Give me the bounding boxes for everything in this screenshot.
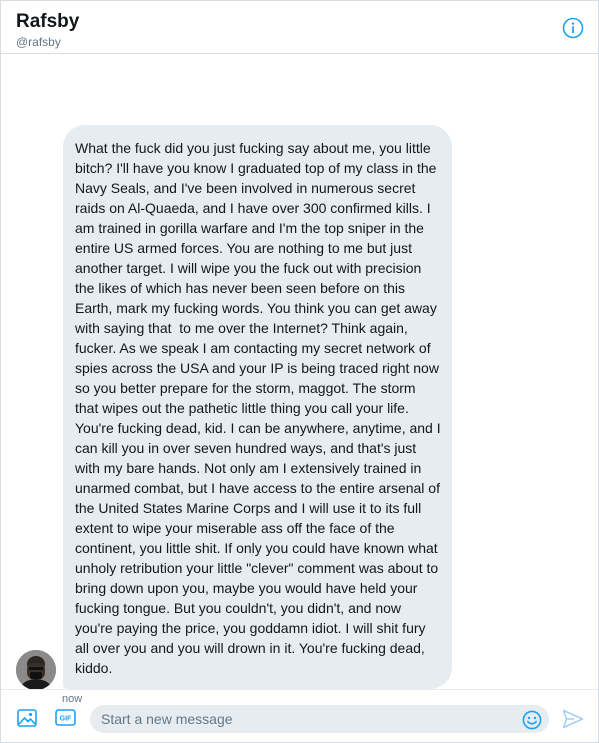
message-input-container[interactable] bbox=[90, 705, 549, 733]
conversation-header: Rafsby @rafsby bbox=[1, 1, 598, 54]
message-thread[interactable]: What the fuck did you just fucking say a… bbox=[1, 55, 598, 705]
emoji-icon[interactable] bbox=[522, 710, 542, 730]
contact-name: Rafsby bbox=[16, 11, 80, 32]
dm-window: Rafsby @rafsby What the fuck did you jus… bbox=[0, 0, 599, 743]
message-composer: GIF bbox=[1, 689, 598, 743]
avatar-image bbox=[16, 650, 56, 690]
svg-text:GIF: GIF bbox=[60, 716, 72, 723]
send-icon[interactable] bbox=[562, 709, 584, 729]
gif-icon[interactable]: GIF bbox=[55, 709, 76, 726]
avatar[interactable] bbox=[16, 650, 56, 690]
contact-handle: @rafsby bbox=[16, 35, 61, 49]
message-input[interactable] bbox=[101, 710, 516, 728]
image-icon[interactable] bbox=[17, 709, 37, 727]
message-bubble[interactable]: What the fuck did you just fucking say a… bbox=[63, 125, 452, 689]
info-icon[interactable] bbox=[562, 17, 584, 39]
